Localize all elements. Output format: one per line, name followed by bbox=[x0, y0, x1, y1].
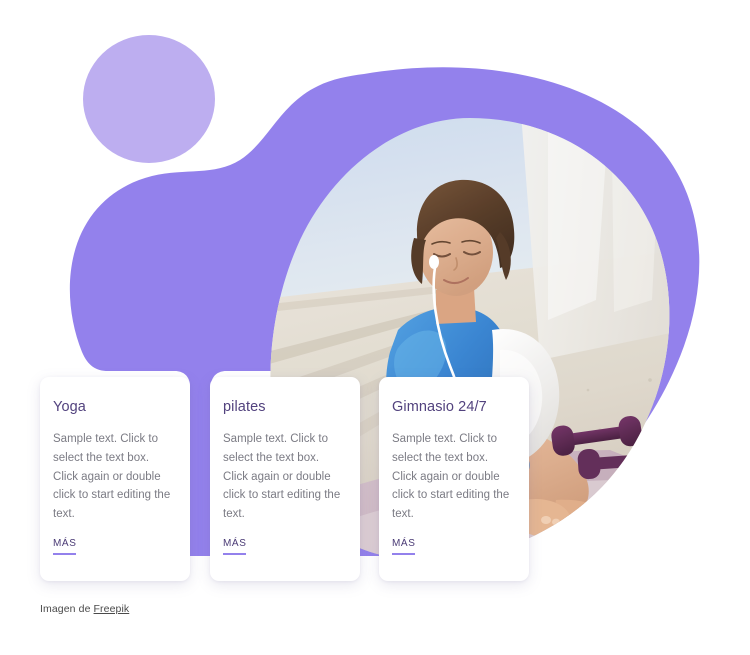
card-pilates[interactable]: pilates Sample text. Click to select the… bbox=[210, 377, 360, 581]
card-gimnasio[interactable]: Gimnasio 24/7 Sample text. Click to sele… bbox=[379, 377, 529, 581]
card-body: Sample text. Click to select the text bo… bbox=[223, 433, 341, 520]
image-credit: Imagen de Freepik bbox=[40, 603, 129, 615]
page-canvas: Yoga Sample text. Click to select the te… bbox=[0, 0, 750, 655]
image-credit-prefix: Imagen de bbox=[40, 603, 94, 615]
card-more-link[interactable]: MÁS bbox=[53, 538, 77, 556]
light-purple-circle bbox=[83, 35, 215, 163]
card-more-link[interactable]: MÁS bbox=[392, 538, 416, 556]
card-title: Yoga bbox=[53, 399, 86, 415]
feature-cards: Yoga Sample text. Click to select the te… bbox=[40, 377, 710, 581]
card-title: Gimnasio 24/7 bbox=[392, 399, 487, 415]
card-title: pilates bbox=[223, 399, 266, 415]
card-body: Sample text. Click to select the text bo… bbox=[53, 433, 171, 520]
card-yoga[interactable]: Yoga Sample text. Click to select the te… bbox=[40, 377, 190, 581]
freepik-link[interactable]: Freepik bbox=[94, 603, 130, 615]
card-body: Sample text. Click to select the text bo… bbox=[392, 433, 510, 520]
card-more-link[interactable]: MÁS bbox=[223, 538, 247, 556]
